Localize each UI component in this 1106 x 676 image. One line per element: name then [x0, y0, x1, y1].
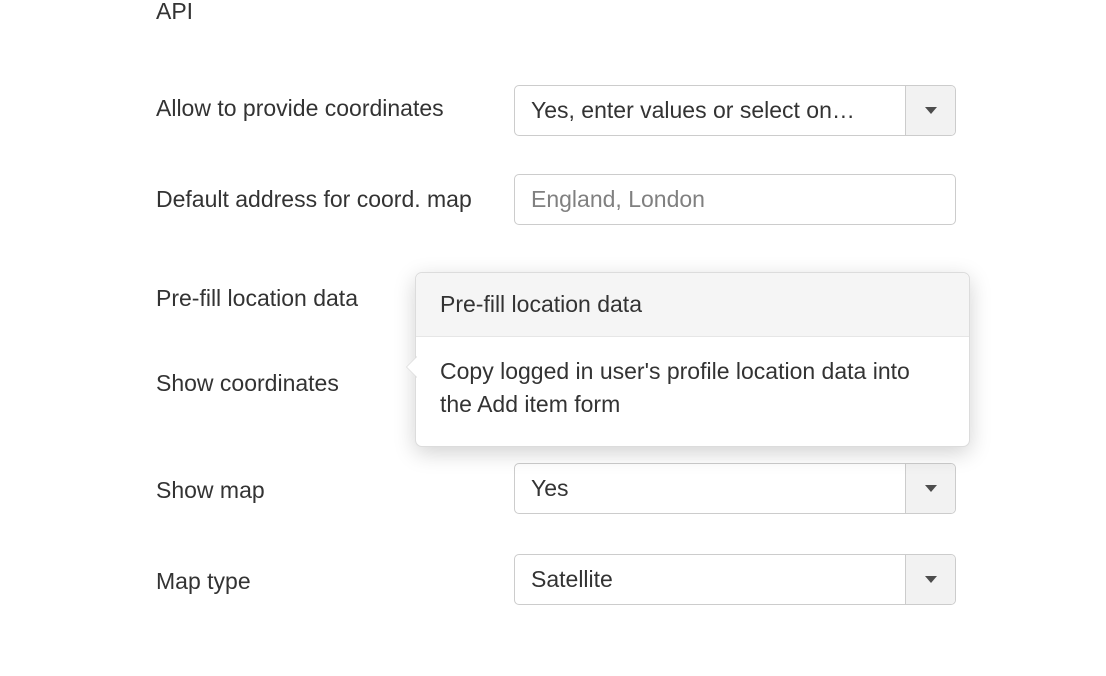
form-row-api: API — [156, 0, 1106, 23]
tooltip-prefill: Pre-fill location data Copy logged in us… — [415, 272, 970, 447]
label-default-address: Default address for coord. map — [156, 174, 514, 215]
label-api: API — [156, 0, 514, 23]
select-value-allow-coordinates: Yes, enter values or select on… — [515, 86, 906, 135]
select-map-type[interactable]: Satellite — [514, 554, 956, 605]
select-show-map[interactable]: Yes — [514, 463, 956, 514]
tooltip-arrow-icon — [406, 356, 417, 378]
select-value-map-type: Satellite — [515, 555, 906, 604]
label-show-map: Show map — [156, 463, 514, 506]
label-map-type: Map type — [156, 554, 514, 597]
input-wrap-default-address — [514, 174, 956, 225]
form-row-show-map: Show map Yes — [156, 463, 1106, 514]
select-value-show-map: Yes — [515, 464, 906, 513]
caret-down-icon — [906, 86, 955, 135]
caret-down-icon — [906, 555, 955, 604]
tooltip-body: Copy logged in user's profile location d… — [416, 337, 969, 446]
form-row-allow-coordinates: Allow to provide coordinates Yes, enter … — [156, 85, 1106, 136]
label-allow-coordinates: Allow to provide coordinates — [156, 85, 514, 124]
form-row-default-address: Default address for coord. map — [156, 174, 1106, 225]
form-row-map-type: Map type Satellite — [156, 554, 1106, 605]
select-allow-coordinates[interactable]: Yes, enter values or select on… — [514, 85, 956, 136]
caret-down-icon — [906, 464, 955, 513]
input-default-address[interactable] — [531, 175, 939, 224]
tooltip-title: Pre-fill location data — [416, 273, 969, 337]
